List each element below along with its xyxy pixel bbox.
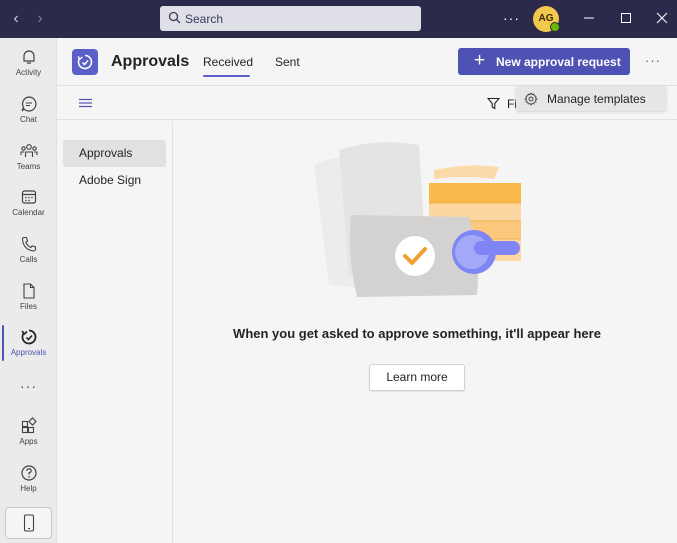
phone-icon <box>21 236 36 252</box>
mobile-device-button[interactable] <box>5 507 52 539</box>
approvals-app-icon <box>72 49 98 75</box>
rail-item-chat[interactable]: Chat <box>0 87 57 133</box>
file-icon <box>22 283 35 299</box>
mobile-phone-icon <box>23 514 34 532</box>
bell-icon <box>22 50 35 64</box>
empty-state-illustration <box>314 142 521 297</box>
rail-label: Chat <box>20 115 37 124</box>
forward-arrow-icon[interactable]: › <box>31 10 49 28</box>
main-content: When you get asked to approve something,… <box>174 121 677 543</box>
rail-item-calls[interactable]: Calls <box>0 227 57 273</box>
search-placeholder: Search <box>185 12 224 26</box>
new-approval-request-button[interactable]: + New approval request <box>458 48 630 75</box>
rail-item-apps[interactable]: Apps <box>0 409 57 455</box>
nav-item-approvals[interactable]: Approvals <box>63 140 166 167</box>
more-options-icon[interactable]: ··· <box>503 10 520 26</box>
rail-item-teams[interactable]: Teams <box>0 134 57 180</box>
header-more-options-icon[interactable]: ··· <box>645 53 661 68</box>
teams-icon <box>19 144 38 157</box>
chat-icon <box>20 96 36 112</box>
rail-label: Activity <box>15 68 42 77</box>
tab-sent[interactable]: Sent <box>275 55 300 69</box>
manage-templates-menu-item[interactable]: Manage templates <box>516 86 666 111</box>
rail-item-help[interactable]: Help <box>0 456 57 502</box>
gear-icon <box>524 92 538 106</box>
rail-label: Apps <box>19 437 38 446</box>
presence-status-icon <box>550 22 560 32</box>
rail-label: Files <box>20 302 37 311</box>
rail-item-approvals[interactable]: Approvals <box>0 320 57 366</box>
page-title: Approvals <box>111 53 190 70</box>
minimize-icon[interactable] <box>581 10 597 26</box>
help-icon <box>20 465 37 481</box>
rail-label: Teams <box>16 162 41 171</box>
close-icon[interactable] <box>654 10 670 26</box>
rail-item-files[interactable]: Files <box>0 274 57 320</box>
calendar-icon <box>21 190 36 204</box>
apps-icon <box>21 417 37 434</box>
active-tab-indicator <box>203 75 250 77</box>
hamburger-menu-icon[interactable] <box>79 98 92 108</box>
plus-icon: + <box>474 50 486 71</box>
app-header: Approvals Received Sent + New approval r… <box>57 38 677 86</box>
more-apps-icon[interactable]: ··· <box>0 378 57 394</box>
rail-label: Calendar <box>12 208 45 217</box>
rail-item-calendar[interactable]: Calendar <box>0 180 57 226</box>
manage-templates-label: Manage templates <box>547 92 646 106</box>
title-bar: ‹ › Search ··· AG <box>0 0 677 38</box>
nav-item-adobe-sign[interactable]: Adobe Sign <box>63 167 166 194</box>
approvals-icon <box>20 329 36 345</box>
back-arrow-icon[interactable]: ‹ <box>7 10 25 28</box>
approvals-nav: Approvals Adobe Sign <box>57 121 173 543</box>
learn-more-button[interactable]: Learn more <box>369 364 465 391</box>
maximize-icon[interactable] <box>618 10 634 26</box>
search-input[interactable]: Search <box>160 6 421 31</box>
search-icon <box>168 11 181 24</box>
rail-label: Calls <box>19 255 38 264</box>
tab-received[interactable]: Received <box>203 55 253 69</box>
new-approval-label: New approval request <box>496 55 621 69</box>
rail-label: Help <box>20 484 37 493</box>
rail-label: Approvals <box>10 348 47 357</box>
app-rail: Activity Chat Teams Calendar Calls Files… <box>0 38 57 543</box>
rail-item-activity[interactable]: Activity <box>0 40 57 86</box>
empty-state-message: When you get asked to approve something,… <box>233 326 601 341</box>
filter-icon[interactable] <box>487 97 500 110</box>
